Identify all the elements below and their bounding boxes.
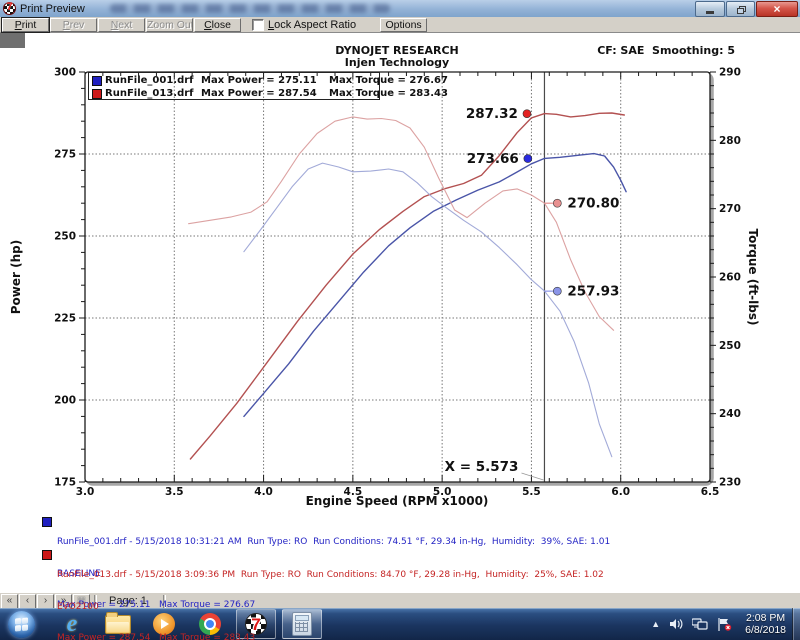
svg-text:3.0: 3.0 bbox=[76, 486, 95, 498]
preview-page: 3.03.54.04.55.05.56.06.51752002252502753… bbox=[0, 33, 800, 592]
run-info-evo2100: RunFile_013.drf - 5/15/2018 3:09:36 PM R… bbox=[42, 549, 604, 640]
speaker-icon[interactable] bbox=[669, 618, 683, 630]
run-swatch-red bbox=[42, 550, 52, 560]
legend-max-power: Max Power = 287.54 bbox=[201, 88, 329, 99]
show-desktop-button[interactable] bbox=[792, 608, 800, 640]
window-title: Print Preview bbox=[20, 3, 85, 15]
chart-subtitle: Injen Technology bbox=[252, 56, 542, 69]
legend-swatch-red bbox=[92, 89, 102, 99]
run-info-line: EVO2100 bbox=[57, 602, 604, 613]
legend-max-torque: Max Torque = 283.43 bbox=[329, 88, 448, 99]
svg-text:287.32: 287.32 bbox=[466, 106, 518, 122]
legend-row: RunFile_001.drf Max Power = 275.11 Max T… bbox=[92, 74, 448, 87]
legend-box: RunFile_001.drf Max Power = 275.11 Max T… bbox=[88, 72, 380, 100]
lock-aspect-ratio-label: Lock Aspect Ratio bbox=[268, 19, 356, 31]
svg-text:250: 250 bbox=[719, 340, 741, 352]
svg-text:225: 225 bbox=[54, 313, 76, 325]
title-bar[interactable]: 7 Print Preview × bbox=[0, 0, 800, 17]
clock-date: 6/8/2018 bbox=[745, 624, 786, 636]
minimize-button[interactable] bbox=[695, 1, 725, 17]
svg-text:3.5: 3.5 bbox=[165, 486, 184, 498]
svg-text:257.93: 257.93 bbox=[567, 284, 619, 300]
y-axis-label-power: Power (hp) bbox=[9, 217, 23, 337]
svg-text:X = 5.573: X = 5.573 bbox=[445, 459, 519, 475]
svg-text:280: 280 bbox=[719, 135, 741, 147]
svg-text:260: 260 bbox=[719, 272, 741, 284]
svg-text:270: 270 bbox=[719, 203, 741, 215]
print-preview-window: 7 Print Preview × Print Prev Next Zoom O… bbox=[0, 0, 800, 640]
svg-text:273.66: 273.66 bbox=[467, 151, 519, 167]
action-center-flag-icon[interactable] bbox=[717, 618, 732, 631]
close-icon: × bbox=[773, 4, 780, 14]
svg-text:270.80: 270.80 bbox=[567, 196, 619, 212]
y-axis-label-torque: Torque (ft-lbs) bbox=[746, 217, 760, 337]
legend-file: RunFile_001.drf bbox=[105, 75, 201, 86]
svg-text:300: 300 bbox=[54, 67, 76, 79]
svg-text:6.5: 6.5 bbox=[701, 486, 720, 498]
taskbar-clock[interactable]: 2:08 PM 6/8/2018 bbox=[745, 612, 786, 636]
lock-aspect-ratio-checkbox[interactable] bbox=[252, 19, 264, 31]
winpep-app-icon: 7 bbox=[3, 2, 16, 15]
start-button[interactable] bbox=[8, 611, 35, 638]
options-button[interactable]: Options bbox=[380, 18, 427, 32]
legend-swatch-blue bbox=[92, 76, 102, 86]
windows-flag-icon bbox=[15, 617, 28, 631]
prev-button: Prev bbox=[50, 18, 97, 32]
restore-button[interactable] bbox=[726, 1, 755, 17]
restore-icon bbox=[737, 6, 745, 13]
svg-text:240: 240 bbox=[719, 408, 741, 420]
network-icon[interactable] bbox=[692, 618, 708, 631]
svg-text:200: 200 bbox=[54, 395, 76, 407]
x-axis-label: Engine Speed (RPM x1000) bbox=[247, 494, 547, 508]
toolbar: Print Prev Next Zoom Out Close Lock Aspe… bbox=[0, 17, 800, 33]
tray-expand-icon[interactable]: ▲ bbox=[651, 619, 660, 629]
system-tray: ▲ 2:08 PM 6/8/2018 bbox=[651, 612, 792, 636]
close-button[interactable]: × bbox=[756, 1, 798, 17]
svg-text:175: 175 bbox=[54, 477, 76, 489]
legend-file: RunFile_013.drf bbox=[105, 88, 201, 99]
zoom-out-button: Zoom Out bbox=[146, 18, 193, 32]
clock-time: 2:08 PM bbox=[745, 612, 786, 624]
svg-text:6.0: 6.0 bbox=[611, 486, 630, 498]
svg-text:275: 275 bbox=[54, 149, 76, 161]
legend-row: RunFile_013.drf Max Power = 287.54 Max T… bbox=[92, 87, 448, 100]
next-button: Next bbox=[98, 18, 145, 32]
minimize-icon bbox=[706, 11, 714, 14]
first-page-button[interactable]: « bbox=[1, 594, 18, 609]
close-preview-button[interactable]: Close bbox=[194, 18, 241, 32]
correction-factor-note: CF: SAE Smoothing: 5 bbox=[545, 44, 735, 57]
legend-max-torque: Max Torque = 276.67 bbox=[329, 75, 448, 86]
svg-text:230: 230 bbox=[719, 477, 741, 489]
svg-text:250: 250 bbox=[54, 231, 76, 243]
dyno-chart-plot[interactable]: 3.03.54.04.55.05.56.06.51752002252502753… bbox=[0, 33, 800, 592]
prev-page-button[interactable]: ‹ bbox=[19, 594, 36, 609]
run-info-line: RunFile_013.drf - 5/15/2018 3:09:36 PM R… bbox=[57, 570, 604, 581]
svg-text:290: 290 bbox=[719, 67, 741, 79]
run-info-line: RunFile_001.drf - 5/15/2018 10:31:21 AM … bbox=[57, 537, 610, 548]
print-button[interactable]: Print bbox=[2, 18, 49, 32]
run-info-line: Max Power = 287.54 Max Torque = 283.43 bbox=[57, 633, 604, 640]
run-swatch-blue bbox=[42, 517, 52, 527]
legend-max-power: Max Power = 275.11 bbox=[201, 75, 329, 86]
obscured-title-text bbox=[110, 4, 390, 13]
